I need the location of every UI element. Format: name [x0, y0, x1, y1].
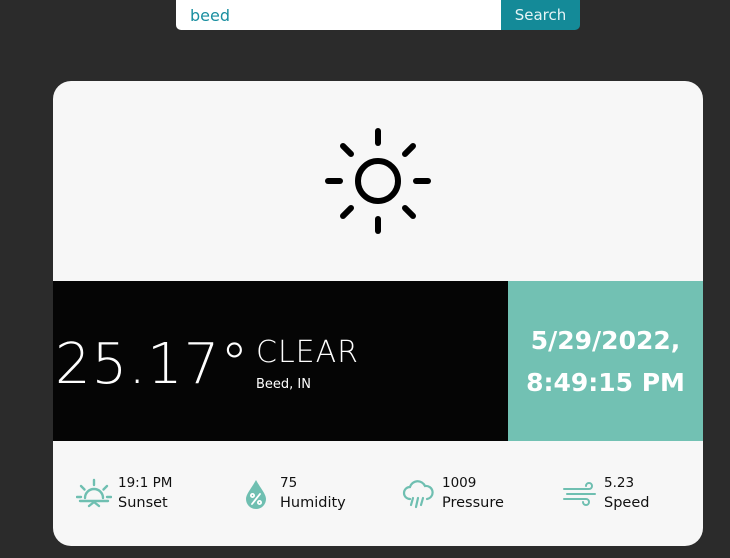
- humidity-icon: [236, 474, 276, 514]
- wind-speed-value: 5.23: [604, 475, 635, 491]
- wind-speed-label: Speed: [604, 495, 650, 511]
- sunset-value: 19:1 PM: [118, 475, 173, 491]
- sunset-icon: [74, 474, 114, 514]
- datetime-panel: 5/29/2022, 8:49:15 PM: [508, 281, 703, 441]
- weather-icon-panel: [53, 81, 703, 281]
- stat-pressure: 1009 Pressure: [398, 474, 504, 514]
- current-weather-panel: 25.17° CLEAR Beed, IN: [53, 281, 508, 441]
- location: Beed, IN: [256, 377, 311, 392]
- search-input[interactable]: [176, 0, 501, 30]
- stat-sunset: 19:1 PM Sunset: [74, 474, 172, 514]
- time-text: 8:49:15 PM: [526, 368, 685, 397]
- pressure-icon: [398, 474, 438, 514]
- wind-icon: [560, 474, 600, 514]
- weather-card: 25.17° CLEAR Beed, IN 5/29/2022, 8:49:15…: [53, 81, 703, 546]
- humidity-value: 75: [280, 475, 298, 491]
- pressure-label: Pressure: [442, 495, 504, 511]
- date-text: 5/29/2022,: [530, 326, 681, 355]
- temperature: 25.17°: [55, 332, 250, 397]
- stat-humidity: 75 Humidity: [236, 474, 346, 514]
- weather-stats: 19:1 PM Sunset 75 Humidity 1009 Pressure…: [53, 441, 703, 546]
- search-button[interactable]: Search: [501, 0, 580, 30]
- pressure-value: 1009: [442, 475, 477, 491]
- search-bar: Search: [176, 0, 580, 30]
- weather-condition: CLEAR: [256, 335, 359, 370]
- humidity-label: Humidity: [280, 495, 346, 511]
- sun-icon: [325, 128, 431, 234]
- stat-wind: 5.23 Speed: [560, 474, 649, 514]
- sunset-label: Sunset: [118, 495, 168, 511]
